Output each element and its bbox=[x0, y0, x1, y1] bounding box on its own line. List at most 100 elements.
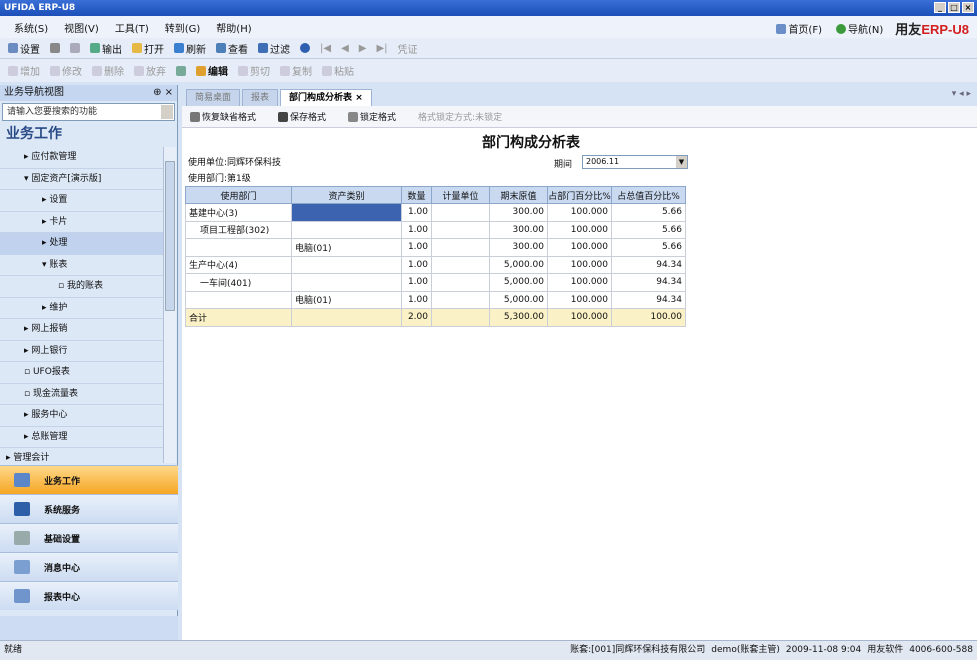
menu-tools[interactable]: 工具(T) bbox=[107, 20, 157, 35]
col-unit[interactable]: 计量单位 bbox=[431, 186, 490, 204]
col-pct-dept[interactable]: 占部门百分比% bbox=[547, 186, 612, 204]
tree-item-mgmt-accounting[interactable]: ▸ 管理会计 bbox=[0, 448, 163, 463]
table-row[interactable]: 电脑(01) 1.00 5,000.00 100.000 94.34 bbox=[185, 290, 686, 309]
maximize-button[interactable]: □ bbox=[948, 2, 960, 13]
lock-format-button[interactable]: 锁定格式 bbox=[346, 110, 398, 123]
tab-strip: 简易桌面 报表 部门构成分析表 × ▾ ◂ ▸ bbox=[182, 85, 977, 106]
refresh-button[interactable]: 刷新 bbox=[172, 41, 208, 56]
tab-scroll-arrows[interactable]: ▾ ◂ ▸ bbox=[952, 89, 971, 99]
tree-item-reports[interactable]: ▾ 账表 bbox=[0, 255, 163, 276]
table-row[interactable]: 项目工程部(302) 1.00 300.00 100.000 5.66 bbox=[185, 220, 686, 239]
export-icon bbox=[90, 43, 100, 53]
tree-item-cashflow[interactable]: ▫ 现金流量表 bbox=[0, 384, 163, 405]
export-button[interactable]: 输出 bbox=[88, 41, 124, 56]
print-icon[interactable] bbox=[48, 43, 62, 53]
prev-icon[interactable]: ◀ bbox=[339, 43, 351, 54]
nav-business-button[interactable]: 业务工作 bbox=[0, 465, 178, 494]
table-row[interactable]: 电脑(01) 1.00 300.00 100.000 5.66 bbox=[185, 238, 686, 257]
minimize-button[interactable]: _ bbox=[934, 2, 946, 13]
sidebar: 业务导航视图 ⊕ × 请输入您要搜索的功能 业务工作 ▸ 应付款管理 ▾ 固定资产… bbox=[0, 85, 178, 640]
col-pct-total[interactable]: 占总值百分比% bbox=[611, 186, 686, 204]
window-titlebar: UFIDA ERP-U8 _ □ × bbox=[0, 0, 977, 16]
tree-item-service[interactable]: ▸ 服务中心 bbox=[0, 405, 163, 427]
tree-item-my-reports[interactable]: ▫ 我的账表 bbox=[0, 276, 163, 298]
nav-message-button[interactable]: 消息中心 bbox=[0, 552, 178, 581]
save-icon[interactable] bbox=[174, 65, 188, 76]
nav-system-button[interactable]: 系统服务 bbox=[0, 494, 178, 523]
modify-button[interactable]: 修改 bbox=[48, 63, 84, 78]
view-button[interactable]: 查看 bbox=[214, 41, 250, 56]
status-time: 2009-11-08 9:04 bbox=[785, 645, 862, 655]
nav-link[interactable]: 导航(N) bbox=[834, 21, 885, 36]
close-button[interactable]: × bbox=[962, 2, 974, 13]
add-button[interactable]: 增加 bbox=[6, 63, 42, 78]
scrollbar-thumb[interactable] bbox=[165, 161, 175, 311]
menu-help[interactable]: 帮助(H) bbox=[208, 20, 259, 35]
col-qty[interactable]: 数量 bbox=[401, 186, 432, 204]
table-row[interactable]: 生产中心(4) 1.00 5,000.00 100.000 94.34 bbox=[185, 255, 686, 274]
tree-item-cards[interactable]: ▸ 卡片 bbox=[0, 212, 163, 233]
menu-goto[interactable]: 转到(G) bbox=[157, 20, 209, 35]
report-toolbar: 恢复缺省格式 保存格式 锁定格式 格式锁定方式:未锁定 bbox=[182, 106, 977, 128]
save-icon bbox=[278, 111, 289, 122]
delete-button[interactable]: 删除 bbox=[90, 63, 126, 78]
help-icon[interactable] bbox=[298, 43, 312, 53]
tree-item-ufo[interactable]: ▫ UFO报表 bbox=[0, 362, 163, 384]
home-link[interactable]: 首页(F) bbox=[774, 21, 824, 36]
discard-button[interactable]: 放弃 bbox=[132, 63, 168, 78]
sidebar-scrollbar[interactable] bbox=[163, 147, 176, 463]
report-level: 使用部门:第1级 bbox=[188, 174, 251, 184]
restore-icon bbox=[190, 111, 200, 122]
nav-basic-button[interactable]: 基础设置 bbox=[0, 523, 178, 552]
col-category[interactable]: 资产类别 bbox=[291, 186, 402, 204]
tree-item-fixed-assets[interactable]: ▾ 固定资产[演示版] bbox=[0, 169, 163, 190]
voucher-button[interactable]: 凭证 bbox=[396, 41, 420, 56]
compass-icon bbox=[836, 23, 846, 34]
table-row[interactable]: 基建中心(3) 1.00 300.00 100.000 5.66 bbox=[185, 203, 686, 222]
period-label: 期间 bbox=[554, 160, 573, 170]
menu-system[interactable]: 系统(S) bbox=[6, 20, 56, 35]
search-input[interactable]: 请输入您要搜索的功能 bbox=[2, 103, 175, 121]
report-company: 使用单位:同辉环保科技 bbox=[188, 158, 282, 168]
nav-report-button[interactable]: 报表中心 bbox=[0, 581, 178, 610]
tree-item-online-reimburse[interactable]: ▸ 网上报销 bbox=[0, 319, 163, 341]
toolbar-main: 设置 输出 打开 刷新 查看 过滤 |◀ ◀ ▶ ▶| 凭证 bbox=[0, 38, 977, 59]
home-icon bbox=[776, 23, 787, 34]
tree-item-ap[interactable]: ▸ 应付款管理 bbox=[0, 147, 163, 169]
tree-item-settings[interactable]: ▸ 设置 bbox=[0, 190, 163, 212]
last-icon[interactable]: ▶| bbox=[374, 43, 389, 54]
paste-button[interactable]: 粘贴 bbox=[320, 63, 356, 78]
lock-mode-label: 格式锁定方式:未锁定 bbox=[418, 113, 503, 123]
pin-icon[interactable]: ⊕ × bbox=[153, 85, 173, 101]
filter-button[interactable]: 过滤 bbox=[256, 41, 292, 56]
tree-item-gl[interactable]: ▸ 总账管理 bbox=[0, 427, 163, 448]
next-icon[interactable]: ▶ bbox=[357, 43, 369, 54]
table-row[interactable]: 一车间(401) 1.00 5,000.00 100.000 94.34 bbox=[185, 273, 686, 292]
main-area: 简易桌面 报表 部门构成分析表 × ▾ ◂ ▸ 恢复缺省格式 保存格式 锁定格式… bbox=[182, 85, 977, 640]
preview-icon[interactable] bbox=[68, 43, 82, 53]
edit-button[interactable]: 编辑 bbox=[194, 63, 230, 78]
close-tab-icon[interactable]: × bbox=[355, 93, 363, 103]
cut-button[interactable]: 剪切 bbox=[236, 63, 272, 78]
save-format-button[interactable]: 保存格式 bbox=[276, 110, 328, 123]
copy-button[interactable]: 复制 bbox=[278, 63, 314, 78]
col-original-value[interactable]: 期末原值 bbox=[489, 186, 548, 204]
search-dropdown-button[interactable] bbox=[161, 105, 173, 119]
first-icon[interactable]: |◀ bbox=[318, 43, 333, 54]
chevron-down-icon[interactable]: ▼ bbox=[676, 156, 687, 168]
tree-item-maintain[interactable]: ▸ 维护 bbox=[0, 298, 163, 319]
total-row[interactable]: 合计 2.00 5,300.00 100.000 100.00 bbox=[185, 308, 686, 327]
tree-item-process[interactable]: ▸ 处理 bbox=[0, 233, 163, 255]
menu-view[interactable]: 视图(V) bbox=[56, 20, 107, 35]
tab-desktop[interactable]: 简易桌面 bbox=[186, 89, 241, 106]
tab-reports[interactable]: 报表 bbox=[242, 89, 279, 106]
period-select[interactable]: 2006.11 ▼ bbox=[582, 155, 688, 169]
cut-icon bbox=[238, 65, 248, 76]
settings-button[interactable]: 设置 bbox=[6, 41, 42, 56]
tab-dept-analysis[interactable]: 部门构成分析表 × bbox=[280, 89, 372, 106]
col-dept[interactable]: 使用部门 bbox=[185, 186, 292, 204]
open-button[interactable]: 打开 bbox=[130, 41, 166, 56]
restore-format-button[interactable]: 恢复缺省格式 bbox=[188, 110, 258, 123]
sidebar-footer bbox=[0, 616, 178, 640]
tree-item-online-bank[interactable]: ▸ 网上银行 bbox=[0, 341, 163, 362]
